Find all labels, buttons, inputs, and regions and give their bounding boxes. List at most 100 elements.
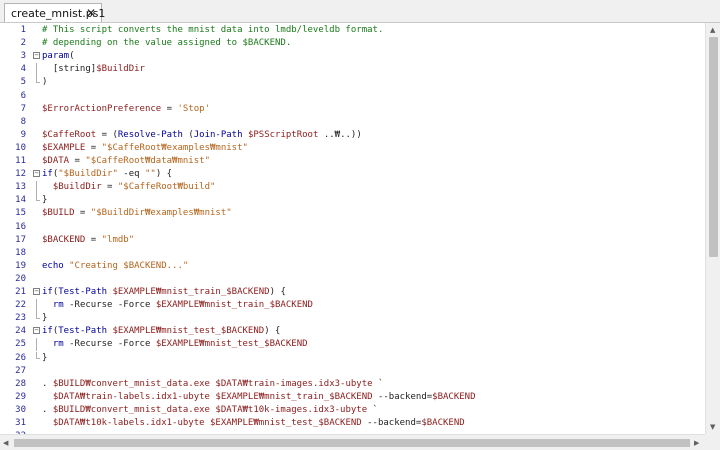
code-token-var: $DATA bbox=[42, 156, 70, 166]
scroll-up-icon[interactable]: ▲ bbox=[710, 25, 715, 35]
code-token-plain: = bbox=[74, 208, 91, 219]
code-text: if(Test-Path $EXAMPLE₩mnist_test_$BACKEN… bbox=[42, 325, 280, 338]
code-token-comment: # This script converts the mnist data in… bbox=[42, 25, 384, 35]
code-line[interactable]: 13 $BuildDir = "$CaffeRoot₩build" bbox=[0, 181, 704, 195]
code-text: $BuildDir = "$CaffeRoot₩build" bbox=[42, 181, 216, 194]
horizontal-scrollbar[interactable]: ◀ ▶ bbox=[0, 434, 705, 450]
code-line[interactable]: 24− if(Test-Path $EXAMPLE₩mnist_test_$BAC… bbox=[0, 325, 704, 338]
code-line[interactable]: 6 bbox=[0, 90, 704, 103]
code-line[interactable]: 11 $DATA = "$CaffeRoot₩data₩mnist" bbox=[0, 155, 704, 168]
code-token-plain: } bbox=[42, 313, 48, 324]
code-line[interactable]: 4 [string]$BuildDir bbox=[0, 63, 704, 77]
code-token-var: $BUILD₩convert_mnist_data.exe bbox=[52, 404, 210, 415]
code-line[interactable]: 26} bbox=[0, 351, 704, 365]
code-token-var: $EXAMPLE₩mnist_test_$BACKEND bbox=[155, 339, 308, 350]
scroll-down-icon[interactable]: ▼ bbox=[710, 422, 715, 432]
line-number: 5 bbox=[20, 77, 26, 88]
code-editor[interactable]: 1 # This script converts the mnist data i… bbox=[0, 23, 704, 434]
line-number: 12 bbox=[15, 169, 26, 180]
code-text: $ErrorActionPreference = 'Stop' bbox=[42, 103, 210, 116]
code-line[interactable]: 5) bbox=[0, 76, 704, 89]
fold-toggle-icon[interactable]: − bbox=[33, 170, 40, 178]
code-line[interactable]: 23} bbox=[0, 312, 704, 325]
code-line[interactable]: 14} bbox=[0, 194, 704, 207]
fold-toggle-icon[interactable]: − bbox=[33, 52, 40, 60]
line-number: 6 bbox=[20, 90, 26, 101]
scrollbar-corner bbox=[705, 434, 720, 450]
code-token-plain: } bbox=[42, 352, 48, 363]
line-number: 23 bbox=[15, 313, 26, 324]
code-line[interactable]: 18 bbox=[0, 247, 704, 260]
code-token-plain: -Recurse -Force bbox=[63, 339, 156, 350]
vertical-scrollbar[interactable]: ▲ ▼ bbox=[705, 23, 720, 434]
code-line[interactable]: 15 $BUILD = "$BuildDir₩examples₩mnist" bbox=[0, 207, 704, 220]
line-number: 10 bbox=[15, 142, 26, 153]
code-line[interactable]: 16 bbox=[0, 221, 704, 234]
line-number: 7 bbox=[20, 103, 26, 114]
code-line[interactable]: 21− if(Test-Path $EXAMPLE₩mnist_train_$BA… bbox=[0, 286, 704, 299]
fold-guide bbox=[36, 63, 37, 77]
line-number: 29 bbox=[15, 391, 26, 402]
code-token-plain: . bbox=[42, 404, 53, 415]
line-number: 4 bbox=[20, 64, 26, 75]
code-token-plain: ( bbox=[182, 129, 194, 140]
code-line[interactable]: 29 $DATA₩train-labels.idx1-ubyte $EXAMPL… bbox=[0, 391, 704, 404]
code-line[interactable]: 3− param( bbox=[0, 50, 704, 63]
code-token-var: $BUILD bbox=[42, 208, 75, 219]
code-token-var: $PSScriptRoot bbox=[247, 129, 319, 140]
code-token-comment: # depending on the value assigned to $BA… bbox=[42, 38, 292, 49]
code-line[interactable]: 22 rm -Recurse -Force $EXAMPLE₩mnist_tra… bbox=[0, 299, 704, 313]
code-token-plain: ) bbox=[42, 77, 48, 88]
code-token-keyword: Test-Path bbox=[58, 287, 108, 297]
fold-toggle-icon[interactable]: − bbox=[33, 288, 40, 295]
code-line[interactable]: 19 echo "Creating $BACKEND..." bbox=[0, 260, 704, 273]
code-line[interactable]: 8 bbox=[0, 116, 704, 129]
code-token-var: $BuildDir bbox=[52, 182, 102, 193]
code-token-string: "" bbox=[144, 169, 156, 180]
fold-toggle-icon[interactable]: − bbox=[33, 327, 40, 335]
line-number: 21 bbox=[15, 287, 26, 297]
code-text: rm -Recurse -Force $EXAMPLE₩mnist_train_… bbox=[42, 299, 313, 312]
code-token-var: $BuildDir bbox=[96, 64, 145, 75]
code-text: rm -Recurse -Force $EXAMPLE₩mnist_test_$… bbox=[42, 338, 308, 351]
code-line[interactable]: 20 bbox=[0, 273, 704, 286]
line-number: 15 bbox=[15, 208, 26, 219]
code-token-plain: = bbox=[161, 103, 178, 114]
code-line[interactable]: 1 # This script converts the mnist data i… bbox=[0, 24, 704, 37]
code-line[interactable]: 9 $CaffeRoot = (Resolve-Path (Join-Path $… bbox=[0, 129, 704, 142]
line-number: 18 bbox=[15, 247, 26, 258]
code-line[interactable]: 10 $EXAMPLE = "$CaffeRoot₩examples₩mnist" bbox=[0, 142, 704, 155]
code-token-string: "$CaffeRoot₩build" bbox=[117, 182, 216, 193]
code-line[interactable]: 7 $ErrorActionPreference = 'Stop' bbox=[0, 103, 704, 116]
code-token-var: $DATA₩train-labels.idx1-ubyte bbox=[52, 391, 210, 402]
code-token-var: $EXAMPLE₩mnist_test_$BACKEND bbox=[209, 418, 362, 428]
code-line[interactable]: 31 $DATA₩t10k-labels.idx1-ubyte $EXAMPLE… bbox=[0, 417, 704, 430]
code-line[interactable]: 17 $BACKEND = "lmdb" bbox=[0, 234, 704, 247]
line-number: 27 bbox=[15, 365, 26, 376]
scroll-right-icon[interactable]: ▶ bbox=[694, 438, 699, 448]
code-line[interactable]: 27 bbox=[0, 365, 704, 378]
code-token-keyword: Join-Path bbox=[193, 129, 243, 140]
code-line[interactable]: 25 rm -Recurse -Force $EXAMPLE₩mnist_tes… bbox=[0, 338, 704, 352]
line-number: 20 bbox=[15, 273, 26, 284]
code-line[interactable]: 30. $BUILD₩convert_mnist_data.exe $DATA₩… bbox=[0, 404, 704, 417]
code-token-plain: . bbox=[42, 378, 53, 389]
fold-guide-end bbox=[36, 76, 40, 84]
close-icon[interactable]: ✕ bbox=[86, 5, 96, 21]
code-token-keyword: Resolve-Path bbox=[117, 129, 183, 140]
code-text: } bbox=[42, 194, 47, 207]
code-token-string: 'Stop' bbox=[177, 103, 210, 114]
vertical-scroll-thumb[interactable] bbox=[709, 37, 718, 257]
code-token-var: $DATA₩train-images.idx3-ubyte bbox=[215, 378, 373, 389]
code-text: # This script converts the mnist data in… bbox=[42, 24, 383, 37]
scroll-left-icon[interactable]: ◀ bbox=[3, 438, 8, 448]
horizontal-scroll-thumb[interactable] bbox=[14, 439, 690, 447]
code-line[interactable]: 28. $BUILD₩convert_mnist_data.exe $DATA₩… bbox=[0, 378, 704, 391]
tab-create-mnist[interactable]: create_mnist.ps1 ✕ bbox=[4, 3, 105, 22]
code-token-string: "$CaffeRoot₩examples₩mnist" bbox=[101, 142, 248, 153]
line-number: 19 bbox=[15, 260, 26, 271]
code-line[interactable]: 2 # depending on the value assigned to $B… bbox=[0, 37, 704, 50]
code-line[interactable]: 12− if("$BuildDir" -eq "") { bbox=[0, 168, 704, 181]
code-token-string: "lmdb" bbox=[101, 234, 135, 245]
